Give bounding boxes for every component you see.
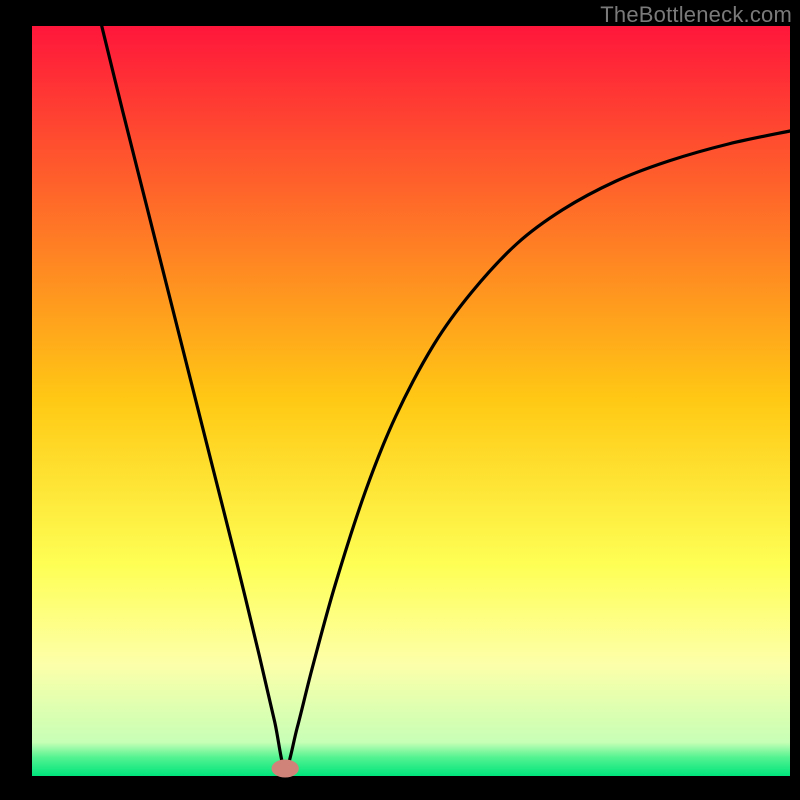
chart-frame: TheBottleneck.com [0, 0, 800, 800]
optimal-marker [272, 760, 299, 778]
bottleneck-chart [0, 0, 800, 800]
watermark-text: TheBottleneck.com [600, 2, 792, 28]
plot-background [32, 26, 790, 776]
